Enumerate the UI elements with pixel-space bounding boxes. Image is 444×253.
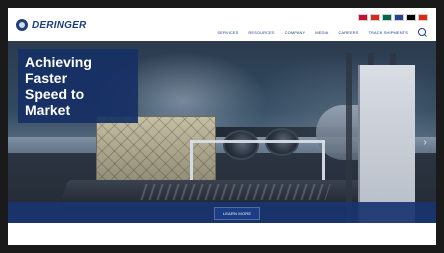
loader-column: [346, 53, 352, 223]
nav-track-shipments[interactable]: TRACK SHIPMENTS: [368, 30, 408, 35]
nav-careers[interactable]: CAREERS: [338, 30, 358, 35]
logo-text: DERINGER: [32, 19, 87, 31]
browser-frame: DERINGER SERVICES RESOURCES COMPANY MEDI…: [0, 0, 444, 253]
below-hero-area: [8, 223, 436, 245]
hero-banner: Achieving Faster Speed to Market ›: [8, 41, 436, 223]
nl-flag-icon[interactable]: [394, 14, 404, 21]
ca-flag-icon[interactable]: [370, 14, 380, 21]
loader-rail: [190, 140, 325, 143]
mx-flag-icon[interactable]: [382, 14, 392, 21]
nav-media[interactable]: MEDIA: [315, 30, 328, 35]
nav-services[interactable]: SERVICES: [217, 30, 238, 35]
aircraft-engine: [223, 130, 259, 160]
site-header: DERINGER SERVICES RESOURCES COMPANY MEDI…: [8, 8, 436, 42]
web-page: DERINGER SERVICES RESOURCES COMPANY MEDI…: [8, 8, 436, 245]
language-flags: [358, 14, 428, 21]
de-flag-icon[interactable]: [406, 14, 416, 21]
nav-company[interactable]: COMPANY: [285, 30, 306, 35]
cargo-loader: [358, 65, 415, 223]
learn-more-label: LEARN MORE: [222, 211, 252, 216]
cn-flag-icon[interactable]: [418, 14, 428, 21]
learn-more-button[interactable]: LEARN MORE: [214, 207, 260, 220]
headline-line-2: Speed to Market: [25, 86, 85, 118]
headline-line-1: Achieving Faster: [25, 54, 92, 86]
main-nav: SERVICES RESOURCES COMPANY MEDIA CAREERS…: [217, 28, 426, 36]
deringer-logo[interactable]: DERINGER: [16, 18, 86, 32]
logo-mark-icon: [16, 19, 28, 31]
hero-headline: Achieving Faster Speed to Market: [18, 49, 138, 123]
us-flag-icon[interactable]: [358, 14, 368, 21]
cargo-pallet: [96, 116, 216, 186]
search-icon[interactable]: [418, 28, 426, 36]
chevron-right-icon[interactable]: ›: [420, 133, 430, 151]
roller-bed: [140, 184, 331, 200]
nav-resources[interactable]: RESOURCES: [248, 30, 274, 35]
